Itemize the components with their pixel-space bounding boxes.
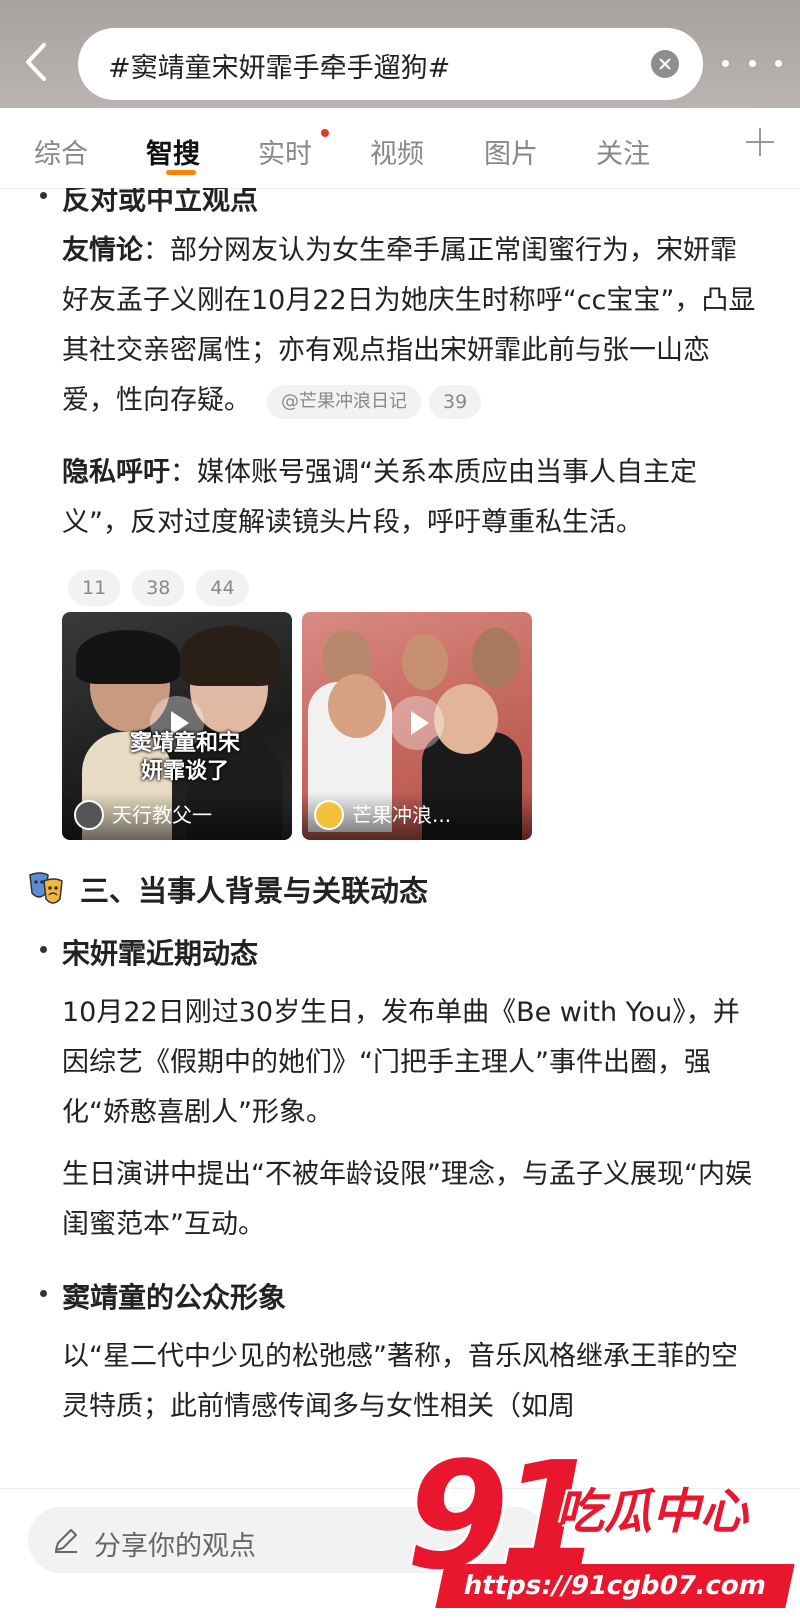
person-figure [472,628,520,688]
search-tabs: 综合 智搜 实时 视频 图片 关注 [0,108,800,189]
result-content: 反对或中立观点 友情论：部分网友认为女生牵手属正常闺蜜行为，宋妍霏好友孟子义刚在… [0,188,800,1488]
comment-placeholder: 分享你的观点 [94,1531,256,1562]
notification-dot [321,129,329,137]
dot-icon [775,59,782,67]
search-input[interactable]: #窦靖童宋妍霏手牵手遛狗# [78,28,703,100]
chevron-left-icon [26,43,46,81]
back-button[interactable] [16,36,56,88]
bullet-heading: 宋妍霏近期动态 [36,932,258,972]
tab-smart-search[interactable]: 智搜 [146,132,200,171]
person-figure [328,674,386,738]
watermark-logo: 91 吃瓜中心 https://91cgb07.com [406,1442,800,1622]
pencil-icon [55,1529,77,1553]
video-card[interactable]: 窦靖童和宋妍霏谈了 天行教父一 [62,612,292,840]
tab-comprehensive[interactable]: 综合 [34,132,88,171]
tab-realtime[interactable]: 实时 [258,132,312,171]
watermark-url: https://91cgb07.com [435,1564,795,1608]
video-overlay-title: 窦靖童和宋妍霏谈了 [129,731,240,784]
reference-list: 11 38 44 [68,570,249,606]
person-figure [402,634,448,690]
video-author[interactable]: 芒果冲浪... [352,799,451,828]
tab-video[interactable]: 视频 [370,132,424,171]
watermark-text: 吃瓜中心 [556,1484,749,1540]
citation-source[interactable]: @芒果冲浪日记 [267,384,421,419]
hair-shape [180,626,280,686]
avatar[interactable] [314,800,344,830]
more-options-button[interactable] [722,48,782,78]
privacy-label: 隐私呼吁 [62,457,170,488]
tab-following[interactable]: 关注 [596,132,650,171]
reference-chip[interactable]: 11 [68,570,121,606]
reference-chip[interactable]: 38 [132,570,185,606]
paragraph: 以“星二代中少见的松弛感”著称，音乐风格继承王菲的空灵特质；此前情感传闻多与女性… [62,1341,738,1422]
reference-chip[interactable]: 44 [196,570,249,606]
clear-search-button[interactable] [651,50,679,78]
search-query: #窦靖童宋妍霏手牵手遛狗# [108,53,451,84]
tab-images[interactable]: 图片 [484,132,538,171]
section-title-text: 三、当事人背景与关联动态 [80,874,429,908]
partial-bullet-heading: 反对或中立观点 [36,188,258,218]
dot-icon [722,59,729,67]
citation-number[interactable]: 39 [429,384,482,419]
play-icon[interactable] [390,696,444,750]
paragraph: 生日演讲中提出“不被年龄设限”理念，与孟子义展现“内娱闺蜜范本”互动。 [62,1159,752,1240]
theater-masks-icon [29,872,63,904]
paragraph: 10月22日刚过30岁生日，发布单曲《Be with You》，并因综艺《假期中… [62,997,740,1128]
friendship-label: 友情论 [62,235,143,266]
active-tab-indicator [166,170,196,175]
video-author[interactable]: 天行教父一 [112,799,212,828]
bullet-heading: 窦靖童的公众形象 [36,1276,286,1316]
avatar[interactable] [74,800,104,830]
dot-icon [748,59,756,67]
privacy-paragraph: 隐私呼吁：媒体账号强调“关系本质应由当事人自主定义”，反对过度解读镜头片段，呼吁… [62,448,762,548]
friendship-paragraph: 友情论：部分网友认为女生牵手属正常闺蜜行为，宋妍霏好友孟子义刚在10月22日为她… [62,226,762,426]
top-bar: #窦靖童宋妍霏手牵手遛狗# [0,0,800,108]
close-icon [659,58,671,70]
video-card[interactable]: 芒果冲浪... [302,612,532,840]
add-tab-button[interactable] [746,128,774,156]
section-heading: 三、当事人背景与关联动态 [26,868,428,910]
hair-shape [76,630,180,684]
